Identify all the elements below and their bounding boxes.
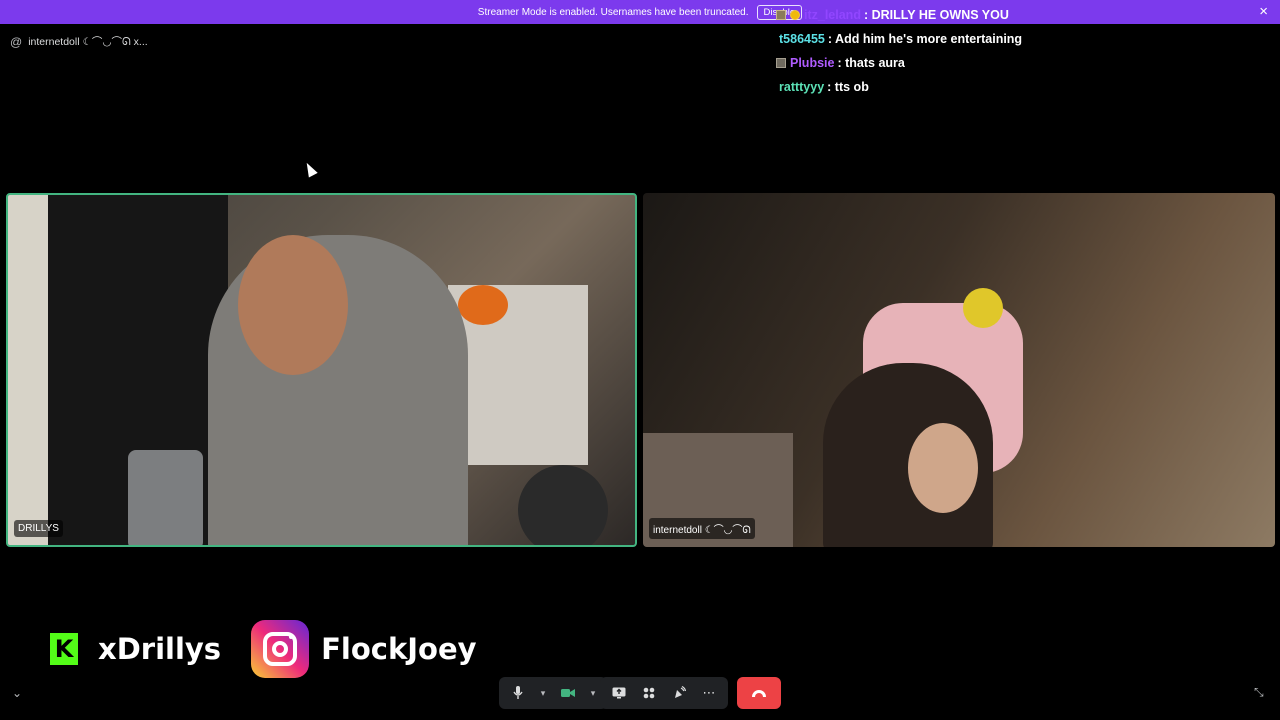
chat-message: Plubsie : thats aura [776, 51, 1276, 75]
chevron-down-icon[interactable]: ⌄ [12, 686, 26, 700]
video-scene-pumpkin [458, 285, 508, 325]
video-scene-plush [963, 288, 1003, 328]
video-scene-microphone [518, 465, 608, 545]
coin-badge-icon [790, 10, 800, 20]
fullscreen-icon[interactable]: ⤡ [1254, 685, 1268, 699]
chat-overlay: itz_leland : DRILLY HE OWNS YOU t586455 … [776, 3, 1276, 99]
sub-badge-icon [776, 10, 786, 20]
chat-text: : Add him he's more entertaining [827, 32, 1023, 46]
soundboard-icon[interactable] [666, 680, 692, 706]
chat-username: itz_leland [804, 8, 861, 22]
video-participant-head [238, 235, 348, 375]
video-scene-wall [8, 195, 48, 545]
chat-message: itz_leland : DRILLY HE OWNS YOU [776, 3, 1276, 27]
phone-hangup-icon [752, 689, 766, 697]
chat-message: t586455 : Add him he's more entertaining [776, 27, 1276, 51]
participant-name-tag: DRILLYS [14, 520, 63, 537]
chat-text: : tts ob [827, 80, 869, 94]
socials-overlay: K xDrillys FlockJoey [50, 620, 477, 678]
audio-video-controls: ▾ ▾ [499, 677, 607, 709]
chat-text: : thats aura [837, 56, 905, 70]
video-tile-drillys[interactable]: DRILLYS [6, 193, 637, 547]
camera-icon[interactable] [555, 680, 581, 706]
call-title-text: internetdoll ☾⌒◡⌒ᘏ x... [28, 36, 148, 48]
activity-controls: ⋯ [600, 677, 728, 709]
video-tile-internetdoll[interactable]: internetdoll ☾⌒◡⌒ᘏ [643, 193, 1275, 547]
streamer-mode-message: Streamer Mode is enabled. Usernames have… [477, 6, 749, 18]
kick-logo-icon: K [50, 633, 78, 665]
instagram-logo-icon [251, 620, 310, 678]
kick-handle: xDrillys [98, 632, 222, 666]
video-scene-cup [128, 450, 203, 545]
instagram-handle: FlockJoey [321, 632, 477, 666]
chevron-down-icon[interactable]: ▾ [585, 680, 601, 706]
disconnect-button[interactable] [737, 677, 781, 709]
participant-name-tag: internetdoll ☾⌒◡⌒ᘏ [649, 518, 755, 539]
screen-share-icon[interactable] [606, 680, 632, 706]
chat-username: t586455 [779, 32, 825, 46]
mouse-cursor-icon [302, 160, 318, 178]
chat-username: ratttyyy [779, 80, 825, 94]
activities-icon[interactable] [636, 680, 662, 706]
chat-username: Plubsie [790, 56, 835, 70]
chat-text: : DRILLY HE OWNS YOU [863, 8, 1009, 22]
microphone-icon[interactable] [505, 680, 531, 706]
chat-message: ratttyyy : tts ob [776, 75, 1276, 99]
chevron-down-icon[interactable]: ▾ [535, 680, 551, 706]
at-icon: @ [10, 34, 23, 49]
more-options-icon[interactable]: ⋯ [696, 680, 722, 706]
call-title: @ internetdoll ☾⌒◡⌒ᘏ x... [10, 34, 148, 49]
video-participant-face [908, 423, 978, 513]
gift-badge-icon [776, 58, 786, 68]
